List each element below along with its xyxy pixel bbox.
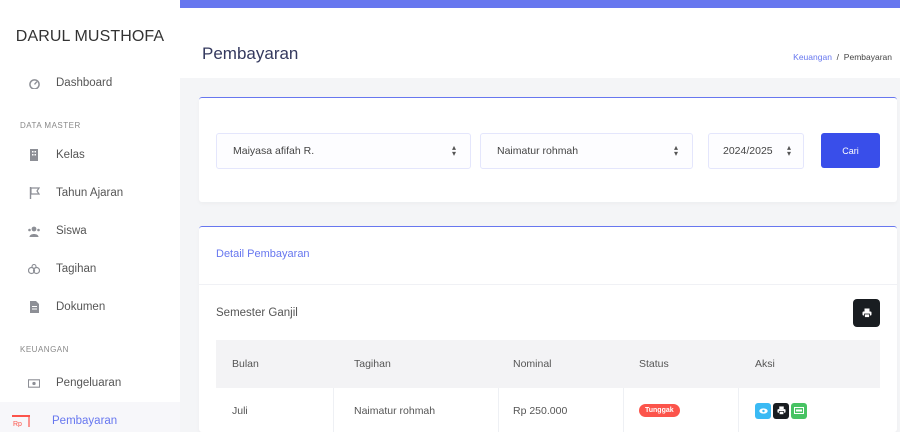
cell-tagihan: Naimatur rohmah <box>334 388 499 432</box>
guardian-select[interactable]: Naimatur rohmah ▴ ▾ <box>480 133 693 169</box>
payment-table: Bulan Tagihan Nominal Status Aksi Juli N… <box>216 340 880 432</box>
sidebar-item-label: Kelas <box>56 149 85 161</box>
sidebar-item-label: Pembayaran <box>52 415 118 427</box>
top-navbar <box>180 0 900 8</box>
sidebar-item-label: Dokumen <box>56 301 106 313</box>
detail-title: Detail Pembayaran <box>216 248 310 260</box>
printer-icon <box>862 308 871 318</box>
sidebar: DARUL MUSTHOFA Dashboard DATA MASTER Kel… <box>0 0 180 432</box>
student-select[interactable]: Maiyasa afifah R. ▴ ▾ <box>216 133 471 169</box>
sidebar-nav: Dashboard DATA MASTER Kelas Tahun Ajaran… <box>0 64 180 432</box>
printer-icon <box>776 406 786 415</box>
column-header-nominal: Nominal <box>513 358 552 370</box>
sidebar-item-label: Dashboard <box>56 77 113 89</box>
flag-icon <box>28 187 40 199</box>
sidebar-item-label: Tagihan <box>56 263 97 275</box>
sidebar-item-pengeluaran[interactable]: Pengeluaran <box>0 364 180 402</box>
sidebar-item-kelas[interactable]: Kelas <box>0 136 180 174</box>
select-arrow-icon: ▴ ▾ <box>451 143 456 158</box>
pay-button[interactable] <box>791 402 807 419</box>
nav-heading-keuangan: KEUANGAN <box>20 344 69 354</box>
eye-icon <box>758 407 768 414</box>
detail-card: Detail Pembayaran Semester Ganjil Bulan … <box>199 226 897 432</box>
page-title: Pembayaran <box>202 44 299 63</box>
status-badge: Tunggak <box>639 404 680 417</box>
dashboard-icon <box>28 77 40 89</box>
year-select-value: 2024/2025 <box>723 145 773 157</box>
cell-status: Tunggak <box>624 388 739 432</box>
print-button[interactable] <box>853 299 880 327</box>
section-header: Pembayaran Keuangan / Pembayaran <box>180 8 900 78</box>
column-header-status: Status <box>639 358 669 370</box>
semester-label: Semester Ganjil <box>216 307 298 319</box>
column-header-aksi: Aksi <box>755 358 775 370</box>
year-select[interactable]: 2024/2025 ▴ ▾ <box>708 133 804 169</box>
breadcrumb: Keuangan / Pembayaran <box>793 52 892 62</box>
divider <box>199 284 897 285</box>
guardian-select-value: Naimatur rohmah <box>497 145 579 157</box>
select-arrow-icon: ▴ ▾ <box>786 143 791 158</box>
cell-nominal: Rp 250.000 <box>499 388 624 432</box>
file-icon <box>28 301 40 313</box>
filter-card: Maiyasa afifah R. ▴ ▾ Naimatur rohmah ▴ ▾ … <box>199 97 897 202</box>
svg-text:Rp: Rp <box>13 421 22 427</box>
money-icon <box>794 407 804 414</box>
coins-icon <box>28 263 40 275</box>
money-icon <box>28 377 40 389</box>
student-select-value: Maiyasa afifah R. <box>233 145 315 157</box>
column-header-tagihan: Tagihan <box>354 358 391 370</box>
breadcrumb-current: Pembayaran <box>843 52 892 62</box>
nav-heading-data-master: DATA MASTER <box>20 120 81 130</box>
payment-icon: Rp <box>12 415 32 427</box>
sidebar-item-dokumen[interactable]: Dokumen <box>0 288 180 326</box>
table-header: Bulan Tagihan Nominal Status Aksi <box>216 340 880 388</box>
sidebar-item-tahun-ajaran[interactable]: Tahun Ajaran <box>0 174 180 212</box>
sidebar-item-dashboard[interactable]: Dashboard <box>0 64 180 102</box>
sidebar-item-label: Siswa <box>56 225 87 237</box>
breadcrumb-link-keuangan[interactable]: Keuangan <box>793 52 832 62</box>
select-arrow-icon: ▴ ▾ <box>673 143 678 158</box>
brand-title[interactable]: DARUL MUSTHOFA <box>0 28 180 64</box>
sidebar-item-pembayaran[interactable]: Rp Pembayaran <box>0 402 180 432</box>
view-button[interactable] <box>755 402 771 419</box>
sidebar-item-tagihan[interactable]: Tagihan <box>0 250 180 288</box>
sidebar-item-label: Tahun Ajaran <box>56 187 124 199</box>
column-header-bulan: Bulan <box>232 358 259 370</box>
sidebar-item-siswa[interactable]: Siswa <box>0 212 180 250</box>
table-row: Juli Naimatur rohmah Rp 250.000 Tunggak <box>216 388 880 432</box>
building-icon <box>28 149 40 161</box>
cell-bulan: Juli <box>216 388 334 432</box>
cell-aksi <box>739 388 880 432</box>
users-icon <box>28 225 40 237</box>
print-row-button[interactable] <box>773 402 789 419</box>
search-button[interactable]: Cari <box>821 133 880 168</box>
sidebar-item-label: Pengeluaran <box>56 377 122 389</box>
breadcrumb-separator: / <box>836 52 840 62</box>
